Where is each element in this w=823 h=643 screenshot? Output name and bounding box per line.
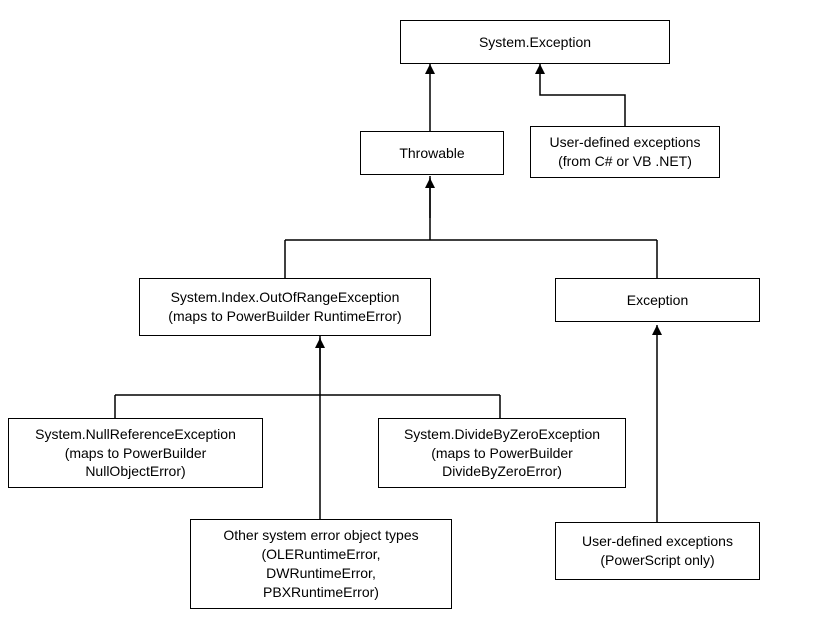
node-label-line: (from C# or VB .NET) [558, 152, 692, 171]
node-label-line: (maps to PowerBuilder [65, 444, 207, 463]
node-system-exception: System.Exception [400, 20, 670, 64]
node-throwable: Throwable [360, 131, 504, 175]
exception-hierarchy-diagram: System.Exception Throwable User-defined … [0, 0, 823, 643]
node-label-line: User-defined exceptions [550, 133, 701, 152]
node-label-line: NullObjectError) [85, 462, 185, 481]
node-other-system-errors: Other system error object types (OLERunt… [190, 519, 452, 609]
node-label-line: (OLERuntimeError, [261, 545, 380, 564]
node-label-line: System.NullReferenceException [35, 425, 236, 444]
node-label-line: (maps to PowerBuilder RuntimeError) [168, 307, 401, 326]
node-label: System.Exception [479, 33, 591, 52]
node-divide-by-zero-exception: System.DivideByZeroException (maps to Po… [378, 418, 626, 488]
node-label-line: PBXRuntimeError) [263, 583, 379, 602]
node-exception: Exception [555, 278, 760, 322]
node-label-line: System.DivideByZeroException [404, 425, 600, 444]
node-label-line: (PowerScript only) [600, 551, 714, 570]
node-system-index-outofrange: System.Index.OutOfRangeException (maps t… [139, 278, 431, 336]
node-label: Throwable [399, 144, 464, 163]
node-user-defined-powerscript: User-defined exceptions (PowerScript onl… [555, 522, 760, 580]
node-label-line: System.Index.OutOfRangeException [171, 288, 400, 307]
node-label-line: DivideByZeroError) [442, 462, 562, 481]
node-null-reference-exception: System.NullReferenceException (maps to P… [8, 418, 263, 488]
node-label: Exception [627, 291, 688, 310]
node-label-line: User-defined exceptions [582, 532, 733, 551]
node-label-line: DWRuntimeError, [266, 564, 376, 583]
node-user-defined-csharp-vb: User-defined exceptions (from C# or VB .… [530, 126, 720, 178]
node-label-line: Other system error object types [223, 526, 418, 545]
node-label-line: (maps to PowerBuilder [431, 444, 573, 463]
